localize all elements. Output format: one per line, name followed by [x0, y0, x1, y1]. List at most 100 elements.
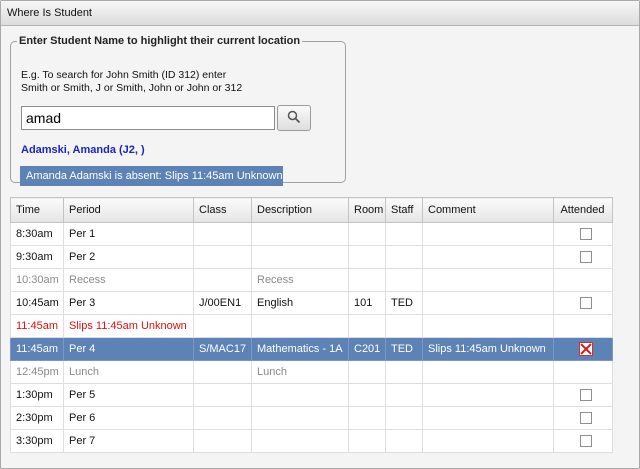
cell-attended — [553, 337, 613, 361]
table-row[interactable]: 10:45am Per 3 J/00EN1 English 101 TED — [10, 291, 613, 315]
cell-attended — [553, 360, 613, 384]
table-header-row: Time Period Class Description Room Staff… — [10, 197, 613, 223]
cell-comment — [422, 222, 554, 246]
header-attended[interactable]: Attended — [553, 197, 613, 223]
cell-description: Mathematics - 1A — [251, 337, 349, 361]
cell-attended — [553, 291, 613, 315]
table-row[interactable]: 1:30pm Per 5 — [10, 383, 613, 407]
cell-class — [193, 314, 252, 338]
cell-attended — [553, 429, 613, 453]
cell-class — [193, 429, 252, 453]
cell-period: Per 3 — [63, 291, 194, 315]
header-room[interactable]: Room — [348, 197, 386, 223]
cell-period: Slips 11:45am Unknown — [63, 314, 194, 338]
cell-room — [348, 314, 386, 338]
cell-time: 2:30pm — [10, 406, 64, 430]
attended-absent-checkbox[interactable] — [578, 342, 593, 356]
cell-description: Lunch — [251, 360, 349, 384]
cell-class — [193, 360, 252, 384]
absent-status-banner: Amanda Adamski is absent: Slips 11:45am … — [20, 166, 283, 186]
cell-comment — [422, 268, 554, 292]
search-button[interactable] — [277, 105, 311, 131]
attended-checkbox[interactable] — [579, 251, 592, 264]
cell-period: Per 5 — [63, 383, 194, 407]
cell-comment — [422, 245, 554, 269]
cell-period: Recess — [63, 268, 194, 292]
panel-title: Where Is Student — [1, 1, 639, 26]
cell-comment — [422, 429, 554, 453]
attended-checkbox[interactable] — [579, 297, 592, 310]
cell-room — [348, 222, 386, 246]
student-result-link[interactable]: Adamski, Amanda (J2, ) — [21, 144, 145, 156]
attended-checkbox[interactable] — [579, 412, 592, 425]
search-icon — [287, 110, 301, 123]
table-row[interactable]: 9:30am Per 2 — [10, 245, 613, 269]
cell-time: 11:45am — [10, 337, 64, 361]
attended-checkbox[interactable] — [579, 389, 592, 402]
attended-checkbox[interactable] — [579, 228, 592, 241]
cell-staff — [385, 360, 423, 384]
cell-time: 11:45am — [10, 314, 64, 338]
search-hint-line-2: Smith or Smith, J or Smith, John or John… — [21, 82, 243, 94]
cell-comment — [422, 314, 554, 338]
cell-room — [348, 360, 386, 384]
table-row[interactable]: 3:30pm Per 7 — [10, 429, 613, 453]
search-legend: Enter Student Name to highlight their cu… — [19, 35, 301, 47]
cell-description — [251, 245, 349, 269]
table-row[interactable]: 2:30pm Per 6 — [10, 406, 613, 430]
timetable-grid: Time Period Class Description Room Staff… — [10, 197, 613, 453]
header-staff[interactable]: Staff — [385, 197, 423, 223]
cell-staff — [385, 383, 423, 407]
cell-time: 1:30pm — [10, 383, 64, 407]
cell-description — [251, 222, 349, 246]
cell-description — [251, 383, 349, 407]
header-description[interactable]: Description — [251, 197, 349, 223]
cell-attended — [553, 245, 613, 269]
table-row[interactable]: 11:45am Per 4 S/MAC17 Mathematics - 1A C201 T… — [10, 337, 613, 361]
cell-class — [193, 383, 252, 407]
cell-period: Per 2 — [63, 245, 194, 269]
cell-class — [193, 222, 252, 246]
cell-staff — [385, 222, 423, 246]
table-row[interactable]: 12:45pm Lunch Lunch — [10, 360, 613, 384]
cell-description: English — [251, 291, 349, 315]
cell-comment — [422, 406, 554, 430]
cell-attended — [553, 222, 613, 246]
header-period[interactable]: Period — [63, 197, 194, 223]
cell-staff — [385, 406, 423, 430]
table-row[interactable]: 8:30am Per 1 — [10, 222, 613, 246]
where-is-student-panel: Where Is Student Enter Student Name to h… — [0, 0, 640, 469]
header-class[interactable]: Class — [193, 197, 252, 223]
cell-class: J/00EN1 — [193, 291, 252, 315]
cell-time: 3:30pm — [10, 429, 64, 453]
cell-description — [251, 429, 349, 453]
cell-description: Recess — [251, 268, 349, 292]
cell-comment — [422, 360, 554, 384]
cell-period: Per 6 — [63, 406, 194, 430]
cell-period: Per 7 — [63, 429, 194, 453]
cell-room: C201 — [348, 337, 386, 361]
cell-room — [348, 245, 386, 269]
cell-comment — [422, 291, 554, 315]
cell-comment: Slips 11:45am Unknown — [422, 337, 554, 361]
cell-room — [348, 268, 386, 292]
cell-staff — [385, 245, 423, 269]
student-search-input[interactable] — [21, 106, 275, 130]
cell-period: Lunch — [63, 360, 194, 384]
cell-staff — [385, 314, 423, 338]
cell-description — [251, 314, 349, 338]
cell-class — [193, 406, 252, 430]
cell-period: Per 4 — [63, 337, 194, 361]
table-row[interactable]: 11:45am Slips 11:45am Unknown — [10, 314, 613, 338]
cell-staff — [385, 268, 423, 292]
cell-time: 10:30am — [10, 268, 64, 292]
cell-room — [348, 406, 386, 430]
attended-checkbox[interactable] — [579, 435, 592, 448]
cell-class: S/MAC17 — [193, 337, 252, 361]
cell-attended — [553, 268, 613, 292]
cell-room — [348, 429, 386, 453]
search-hint-line-1: E.g. To search for John Smith (ID 312) e… — [21, 69, 227, 81]
header-comment[interactable]: Comment — [422, 197, 554, 223]
header-time[interactable]: Time — [10, 197, 64, 223]
table-row[interactable]: 10:30am Recess Recess — [10, 268, 613, 292]
